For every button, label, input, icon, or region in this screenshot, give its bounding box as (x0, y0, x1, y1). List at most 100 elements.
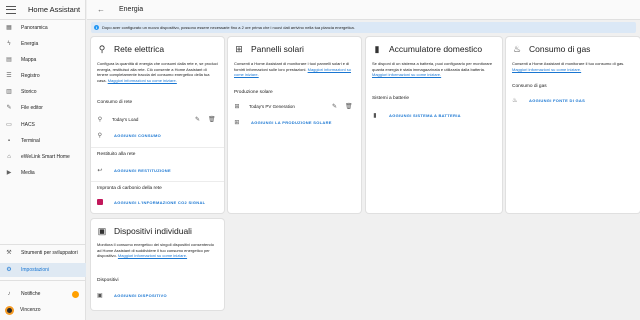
map-icon: ▤ (6, 57, 12, 63)
list-item: ⊞ Today's PV Generation ✎ 🗑 (234, 101, 355, 111)
sidebar-item-media[interactable]: ▶ Media (0, 166, 86, 180)
sidebar-item-user[interactable]: Vincenzo (0, 303, 86, 317)
delete-icon[interactable]: 🗑 (345, 103, 353, 110)
sidebar-item-label: eWeLink Smart Home (21, 154, 70, 160)
add-solar-production-button[interactable]: ⊞ AGGIUNGI LA PRODUZIONE SOLARE (234, 117, 332, 127)
edit-icon[interactable]: ✎ (332, 103, 337, 110)
sidebar-item-label: Energia (21, 41, 39, 47)
monitor-icon: ▣ (97, 292, 103, 299)
sidebar-item-hacs[interactable]: ▭ HACS (0, 118, 86, 132)
transmission-tower-icon: ⚲ (97, 116, 103, 123)
battery-card: ▮ Accumulatore domestico Se disponi di u… (366, 37, 502, 213)
page-title: Energia (119, 6, 144, 13)
co2-signal-icon (97, 199, 103, 205)
sidebar-item-mappa[interactable]: ▤ Mappa (0, 53, 86, 67)
gear-icon: ⚙ (6, 267, 12, 273)
section-label: Impronta di carbonio della rete (97, 186, 162, 191)
sidebar-item-label: Terminal (21, 138, 40, 144)
sidebar-item-label: Registro (21, 73, 40, 79)
card-header: ⚲ Rete elettrica (97, 44, 164, 54)
button-label: AGGIUNGI RESTITUZIONE (114, 167, 171, 173)
add-device-button[interactable]: ▣ AGGIUNGI DISPOSITIVO (97, 290, 167, 300)
row-actions: ✎ 🗑 (332, 103, 353, 110)
devices-card: ▣ Dispositivi individuali Monitora il co… (91, 219, 224, 310)
hammer-icon: ⚒ (6, 250, 12, 256)
entity-name: Today's PV Generation (249, 103, 295, 109)
hacs-icon: ▭ (6, 122, 12, 128)
terminal-icon: ▪ (7, 138, 11, 144)
sidebar-item-label: Mappa (21, 57, 37, 63)
add-consumption-button[interactable]: ⚲ AGGIUNGI CONSUMO (97, 130, 161, 140)
card-description: Configura la quantità di energia che con… (97, 61, 219, 83)
solar-panel-icon: ⊞ (234, 119, 240, 126)
section-label: Consumo di gas (512, 84, 547, 89)
info-banner-text: Dopo aver configurato un nuovo dispositi… (102, 25, 355, 30)
row-actions: ✎ 🗑 (195, 116, 216, 123)
app-title: Home Assistant (28, 5, 81, 14)
button-label: AGGIUNGI CONSUMO (114, 132, 162, 138)
card-description: Consenti a Home Assistant di monitorare … (512, 61, 638, 72)
learn-more-link[interactable]: Maggiori informazioni su come iniziare. (372, 72, 441, 77)
gas-card: ♨ Consumo di gas Consenti a Home Assista… (506, 37, 640, 213)
add-co2-button[interactable]: AGGIUNGI L'INFORMAZIONE CO2 SIGNAL (97, 197, 205, 207)
divider (91, 181, 224, 182)
sidebar-item-terminal[interactable]: ▪ Terminal (0, 134, 86, 148)
transmission-tower-icon: ⚲ (97, 132, 103, 139)
list-icon: ☰ (6, 73, 12, 79)
dashboard-icon: ▦ (6, 25, 12, 31)
back-arrow-icon[interactable]: ← (97, 5, 105, 14)
sidebar-divider (0, 244, 86, 245)
button-label: AGGIUNGI DISPOSITIVO (114, 292, 167, 298)
chart-icon: ▥ (6, 89, 12, 95)
sidebar-item-ewelink[interactable]: ⌂ eWeLink Smart Home (0, 150, 86, 164)
button-label: AGGIUNGI L'INFORMAZIONE CO2 SIGNAL (114, 199, 206, 205)
topbar: ← Energia (87, 0, 640, 20)
bell-icon: ♪ (7, 291, 11, 297)
menu-icon[interactable] (6, 5, 16, 14)
add-gas-source-button[interactable]: ♨ AGGIUNGI FONTE DI GAS (512, 95, 585, 105)
sidebar-item-panoramica[interactable]: ▦ Panoramica (0, 21, 86, 35)
description-text: Se disponi di un sistema a batteria, puo… (372, 61, 493, 72)
edit-icon[interactable]: ✎ (195, 116, 200, 123)
divider (91, 147, 224, 148)
sidebar-item-label: HACS (21, 122, 35, 128)
sidebar-item-label: Impostazioni (21, 267, 50, 273)
sidebar-item-file-editor[interactable]: ✎ File editor (0, 101, 86, 115)
wrench-icon: ✎ (6, 105, 12, 111)
delete-icon[interactable]: 🗑 (208, 116, 216, 123)
lightning-icon: ϟ (7, 41, 11, 47)
return-arrow-icon: ↩ (97, 167, 103, 174)
card-description: Monitora il consumo energetico dei singo… (97, 242, 219, 259)
battery-icon: ▮ (374, 44, 380, 54)
card-description: Consenti a Home Assistant di monitorare … (234, 61, 356, 78)
avatar (5, 305, 14, 315)
button-label: AGGIUNGI SISTEMA A BATTERIA (389, 112, 461, 118)
section-label: Consumo di rete (97, 100, 133, 105)
grid-card: ⚲ Rete elettrica Configura la quantità d… (91, 37, 224, 213)
card-header: ♨ Consumo di gas (512, 44, 590, 54)
sidebar-item-energia[interactable]: ϟ Energia (0, 37, 86, 51)
sidebar-item-registro[interactable]: ☰ Registro (0, 69, 86, 83)
button-label: AGGIUNGI FONTE DI GAS (529, 97, 586, 103)
notification-badge (72, 290, 79, 298)
sidebar-item-label: Vincenzo (20, 307, 41, 313)
sidebar-item-label: Panoramica (21, 25, 48, 31)
sidebar-item-storico[interactable]: ▥ Storico (0, 85, 86, 99)
learn-more-link[interactable]: Maggiori informazioni su come iniziare. (512, 67, 581, 72)
learn-more-link[interactable]: Maggiori informazioni su come iniziare. (108, 78, 177, 83)
add-battery-system-button[interactable]: ▮ AGGIUNGI SISTEMA A BATTERIA (372, 110, 461, 120)
sidebar-item-label: Media (21, 170, 35, 176)
solar-panel-icon: ⊞ (235, 44, 243, 54)
monitor-icon: ▣ (97, 226, 107, 236)
transmission-tower-icon: ⚲ (98, 44, 106, 54)
sidebar-item-settings[interactable]: ⚙ Impostazioni (0, 263, 86, 277)
sidebar-divider (0, 280, 86, 281)
sidebar-item-notifications[interactable]: ♪ Notifiche (0, 287, 86, 301)
ewelink-icon: ⌂ (7, 154, 11, 160)
section-label: Restituito alla rete (97, 152, 136, 157)
learn-more-link[interactable]: Maggiori informazioni su come iniziare. (118, 253, 187, 258)
add-return-button[interactable]: ↩ AGGIUNGI RESTITUZIONE (97, 165, 171, 175)
info-banner: i Dopo aver configurato un nuovo disposi… (91, 22, 636, 33)
sidebar-item-developer-tools[interactable]: ⚒ Strumenti per sviluppatori (0, 246, 86, 260)
sidebar-item-label: Notifiche (21, 291, 41, 297)
